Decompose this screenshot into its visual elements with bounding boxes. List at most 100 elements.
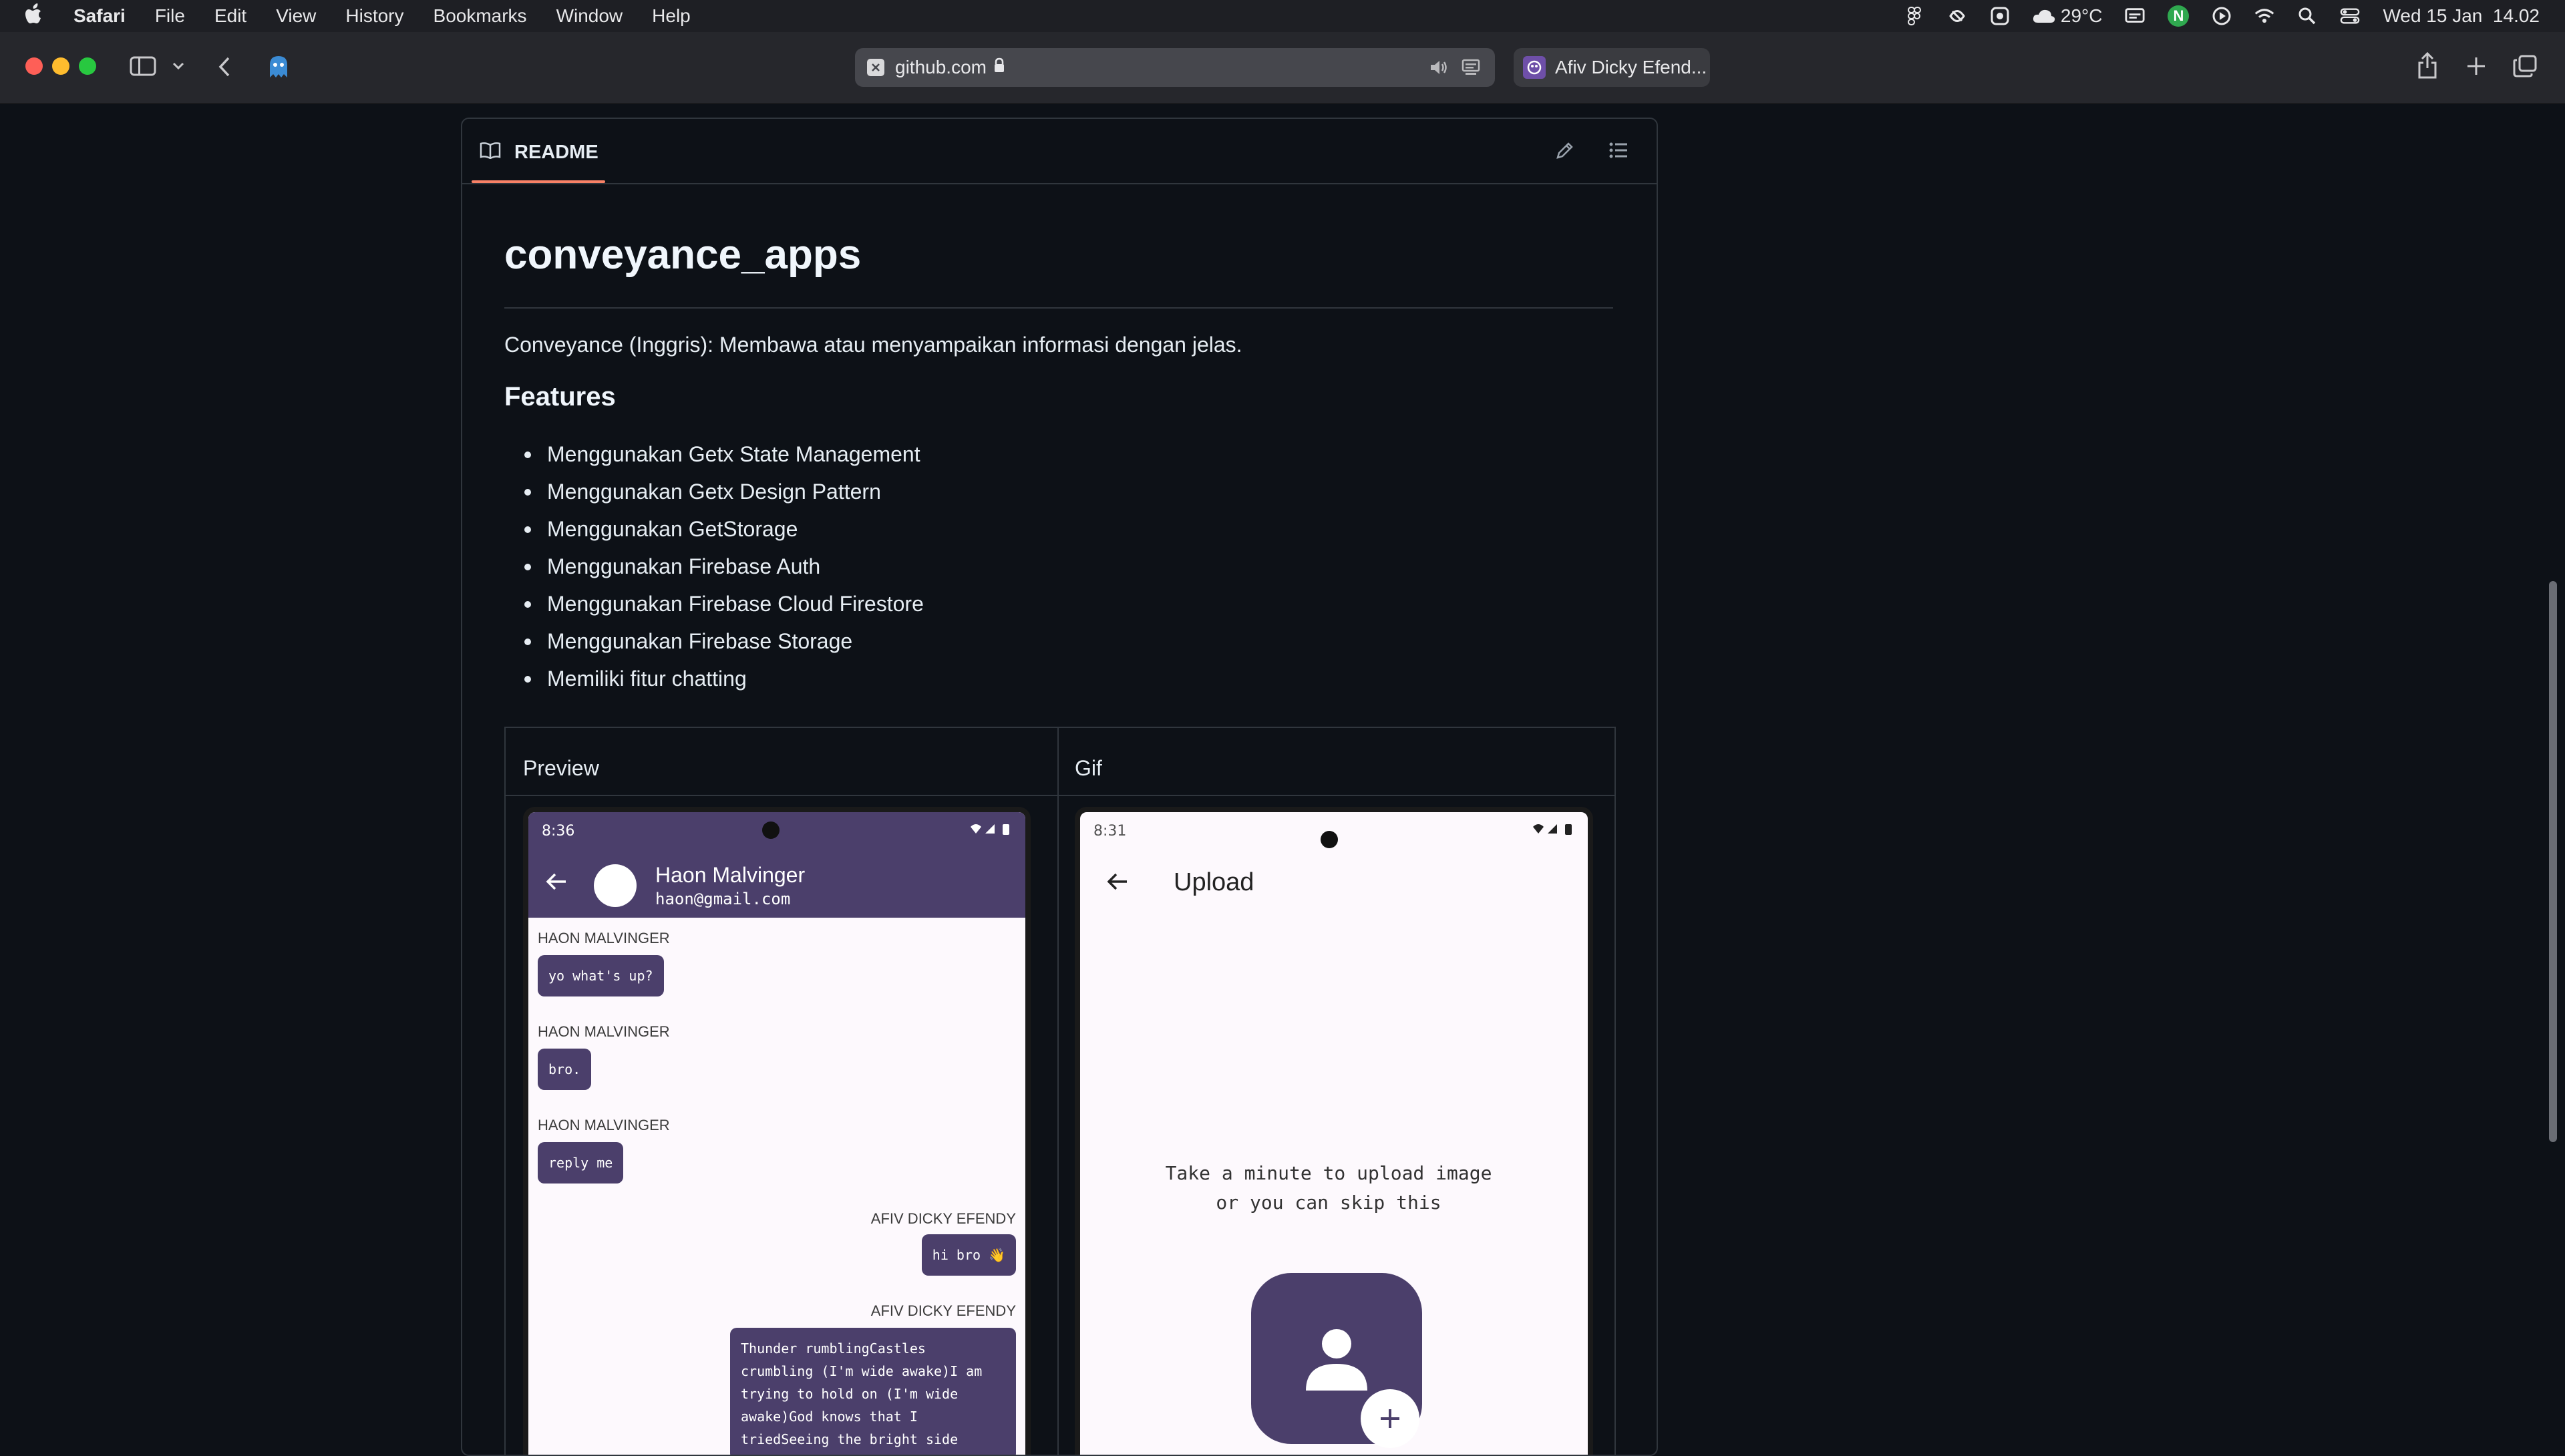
active-tab-underline — [472, 180, 605, 183]
reader-view-icon[interactable] — [1462, 59, 1480, 81]
menu-edit[interactable]: Edit — [214, 5, 246, 27]
status-time: 8:36 — [542, 823, 575, 840]
chat-bubble: hi bro 👋 — [921, 1234, 1016, 1276]
zoom-window-button[interactable] — [79, 57, 96, 75]
status-bar: 8:36 — [528, 812, 1025, 844]
table-header-preview: Preview — [523, 756, 599, 780]
share-icon[interactable] — [2417, 51, 2438, 82]
site-favicon-icon — [867, 59, 884, 76]
new-tab-icon[interactable] — [2466, 56, 2486, 79]
page-content: README conveyance_apps Conveyance (Inggr… — [0, 104, 2565, 1456]
outline-list-icon[interactable] — [1608, 142, 1629, 162]
menu-help[interactable]: Help — [652, 5, 691, 27]
creative-cloud-icon[interactable] — [1947, 6, 1967, 26]
message-sender: HAON MALVINGER — [538, 930, 670, 946]
contact-name: Haon Malvinger — [655, 863, 806, 887]
account-badge[interactable]: N — [2168, 5, 2190, 27]
add-photo-button[interactable] — [1361, 1389, 1419, 1448]
table-header-gif: Gif — [1075, 756, 1102, 780]
weather-temperature: 29°C — [2060, 5, 2103, 26]
upload-prompt-line2: or you can skip this — [1216, 1192, 1441, 1214]
chevron-down-icon[interactable] — [172, 61, 184, 74]
readme-card: README conveyance_apps Conveyance (Inggr… — [461, 118, 1658, 1456]
readme-header: README — [462, 119, 1657, 184]
tab-overview-icon[interactable] — [2513, 55, 2537, 81]
list-item: Menggunakan Firebase Cloud Firestore — [504, 585, 924, 622]
back-arrow-icon[interactable] — [546, 872, 567, 894]
menu-file[interactable]: File — [155, 5, 185, 27]
chat-bubble: reply me — [538, 1142, 624, 1184]
play-icon[interactable] — [2212, 6, 2232, 26]
screen-time-icon[interactable] — [1990, 6, 2010, 26]
profile-image-placeholder[interactable] — [1251, 1273, 1422, 1448]
page-scrollbar[interactable] — [2549, 581, 2557, 1142]
list-item: Menggunakan Firebase Auth — [504, 548, 924, 585]
menu-bookmarks[interactable]: Bookmarks — [434, 5, 527, 27]
menu-view[interactable]: View — [276, 5, 316, 27]
tab-favicon-icon — [1523, 56, 1546, 79]
wifi-signal-battery-icon — [969, 823, 1012, 840]
message-sender: AFIV DICKY EFENDY — [870, 1210, 1016, 1227]
tab-readme[interactable]: README — [472, 119, 605, 183]
lock-icon — [993, 57, 1005, 78]
apple-icon[interactable] — [25, 3, 44, 29]
message-sender: HAON MALVINGER — [538, 1117, 670, 1133]
list-item: Menggunakan GetStorage — [504, 510, 924, 548]
chat-app-bar: 8:36 Haon Malvinger haon@gmail.com — [528, 812, 1025, 918]
address-bar[interactable]: github.com — [855, 48, 1495, 87]
preview-table: Preview Gif 8:36 Haon Malvinger haon@gma… — [504, 727, 1616, 1455]
captions-icon[interactable] — [2125, 6, 2145, 26]
back-icon[interactable] — [218, 56, 231, 81]
close-window-button[interactable] — [25, 57, 43, 75]
avatar — [594, 864, 637, 907]
chat-bubble: yo what's up? — [538, 955, 664, 996]
chat-bubble: bro. — [538, 1049, 592, 1090]
figma-icon[interactable] — [1904, 6, 1924, 26]
mute-audio-icon[interactable] — [1429, 59, 1449, 81]
menu-bar: Safari File Edit View History Bookmarks … — [0, 0, 2565, 32]
list-item: Menggunakan Getx Design Pattern — [504, 473, 924, 510]
weather-widget[interactable]: 29°C — [2033, 5, 2103, 27]
sidebar-toggle-icon[interactable] — [130, 56, 156, 79]
gif-phone-screenshot: 8:31 Upload Take a minute to upload imag… — [1075, 807, 1593, 1455]
spotlight-search-icon[interactable] — [2297, 6, 2317, 26]
list-item: Menggunakan Firebase Storage — [504, 622, 924, 660]
status-time: 8:31 — [1093, 823, 1127, 840]
preview-phone-screenshot: 8:36 Haon Malvinger haon@gmail.com HAON … — [523, 807, 1031, 1455]
wifi-signal-battery-icon — [1532, 823, 1574, 840]
menu-app-name[interactable]: Safari — [73, 5, 126, 27]
title-divider — [504, 307, 1613, 309]
upload-prompt-line1: Take a minute to upload image — [1165, 1162, 1492, 1184]
person-icon — [1303, 1326, 1370, 1397]
tab-title: Afiv Dicky Efend... — [1555, 57, 1707, 77]
address-text: github.com — [895, 57, 987, 77]
table-header-row: Preview Gif — [506, 728, 1614, 796]
wifi-icon[interactable] — [2254, 6, 2274, 26]
readme-description: Conveyance (Inggris): Membawa atau menya… — [504, 333, 1242, 357]
control-center-icon[interactable] — [2340, 6, 2360, 26]
readme-tab-label: README — [514, 142, 598, 163]
upload-page-title: Upload — [1174, 868, 1254, 896]
cloud-icon — [2033, 9, 2055, 23]
camera-cutout — [762, 822, 780, 839]
chat-bubble: Thunder rumblingCastles crumbling (I'm w… — [730, 1328, 1016, 1455]
table-column-divider — [1057, 728, 1059, 1455]
camera-cutout — [1321, 831, 1338, 848]
contact-email: haon@gmail.com — [655, 890, 791, 908]
menu-clock[interactable]: Wed 15 Jan 14.02 — [2383, 5, 2540, 27]
edit-pencil-icon[interactable] — [1555, 140, 1575, 164]
features-heading: Features — [504, 382, 616, 411]
status-bar: 8:31 — [1080, 812, 1588, 848]
list-item: Menggunakan Getx State Management — [504, 435, 924, 473]
message-sender: AFIV DICKY EFENDY — [870, 1302, 1016, 1319]
list-item: Memiliki fitur chatting — [504, 660, 924, 697]
minimize-window-button[interactable] — [52, 57, 69, 75]
readme-title: conveyance_apps — [504, 232, 862, 278]
tab-afiv-dicky-efendy[interactable]: Afiv Dicky Efend... — [1514, 48, 1710, 87]
back-arrow-icon[interactable] — [1107, 872, 1128, 894]
book-icon — [480, 142, 501, 162]
ghostery-extension-icon[interactable] — [267, 55, 290, 82]
menu-window[interactable]: Window — [556, 5, 623, 27]
features-list: Menggunakan Getx State Management Menggu… — [504, 435, 924, 697]
menu-history[interactable]: History — [345, 5, 403, 27]
